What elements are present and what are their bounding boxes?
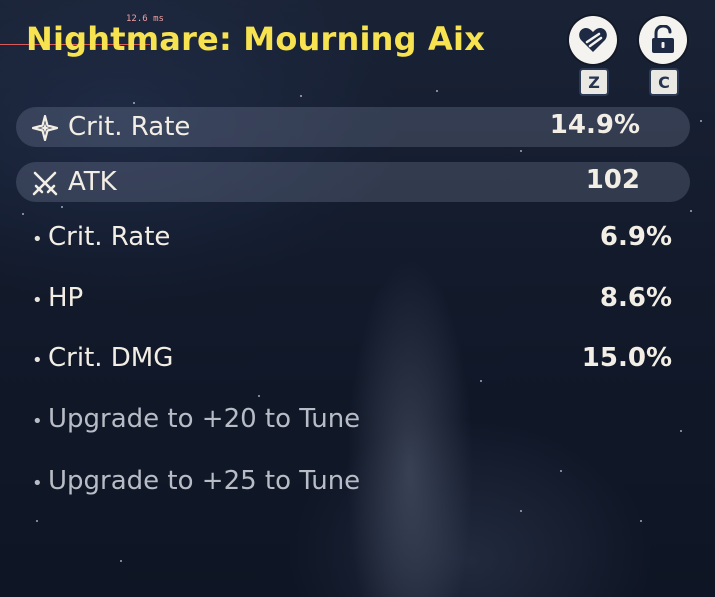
sub-stat-value: 6.9% <box>599 222 672 252</box>
sub-stat-row: • HP 8.6% <box>30 281 672 317</box>
main-stat-row: Crit. Rate 14.9% <box>16 107 690 147</box>
bullet-dot: • <box>32 350 43 371</box>
favorite-hotkey: Z <box>579 68 609 96</box>
bullet-dot: • <box>32 229 43 250</box>
sub-stat-label: HP <box>48 283 84 313</box>
main-stat-value: 14.9% <box>549 110 640 140</box>
favorite-button[interactable] <box>569 16 617 64</box>
main-stat-label: Crit. Rate <box>68 112 191 142</box>
sub-stat-label: Crit. Rate <box>48 222 171 252</box>
locked-sub-stat-label: Upgrade to +20 to Tune <box>48 404 361 434</box>
locked-sub-stat-label: Upgrade to +25 to Tune <box>48 466 361 496</box>
locked-sub-stat-row: • Upgrade to +25 to Tune <box>30 464 672 500</box>
crit-star-icon <box>32 115 58 141</box>
lock-button[interactable] <box>639 16 687 64</box>
sub-stat-row: • Crit. DMG 15.0% <box>30 341 672 377</box>
secondary-main-stat-label: ATK <box>68 167 117 197</box>
bullet-dot: • <box>32 473 43 494</box>
sub-stat-value: 8.6% <box>599 283 672 313</box>
lock-hotkey: C <box>649 68 679 96</box>
crossed-swords-icon <box>32 171 58 196</box>
bullet-dot: • <box>32 411 43 432</box>
echo-title: Nightmare: Mourning Aix <box>26 20 486 58</box>
sub-stat-value: 15.0% <box>581 343 672 373</box>
bullet-dot: • <box>32 290 43 311</box>
secondary-main-stat-row: ATK 102 <box>16 162 690 202</box>
secondary-main-stat-value: 102 <box>585 165 640 195</box>
sub-stat-label: Crit. DMG <box>48 343 174 373</box>
locked-sub-stat-row: • Upgrade to +20 to Tune <box>30 402 672 438</box>
sub-stat-row: • Crit. Rate 6.9% <box>30 220 672 256</box>
unlock-icon <box>652 25 674 53</box>
heart-favorite-icon <box>579 28 607 52</box>
